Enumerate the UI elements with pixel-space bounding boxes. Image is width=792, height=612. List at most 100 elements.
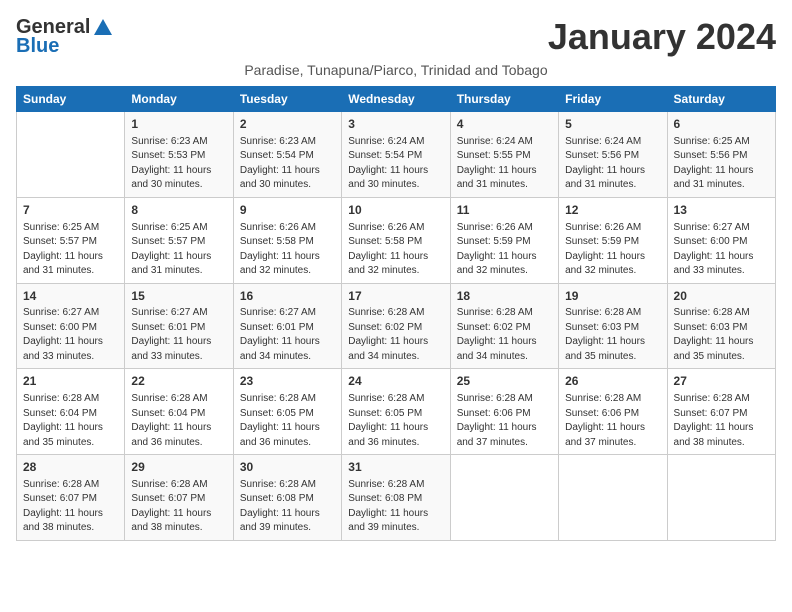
- calendar-header-cell: Sunday: [17, 87, 125, 112]
- day-content: Sunrise: 6:25 AMSunset: 5:57 PMDaylight:…: [131, 221, 226, 279]
- day-content: Sunrise: 6:26 AMSunset: 5:58 PMDaylight:…: [348, 221, 443, 279]
- calendar-body: 1 Sunrise: 6:23 AMSunset: 5:53 PMDaylight…: [17, 112, 776, 541]
- day-content: Sunrise: 6:28 AMSunset: 6:02 PMDaylight:…: [457, 306, 552, 364]
- calendar-day-cell: 23Sunrise: 6:28 AMSunset: 6:05 PMDayligh…: [233, 369, 341, 455]
- day-number: 19: [565, 288, 660, 305]
- logo-icon: [92, 17, 114, 39]
- day-number: 12: [565, 202, 660, 219]
- calendar-day-cell: 8 Sunrise: 6:25 AMSunset: 5:57 PMDaylight…: [125, 197, 233, 283]
- calendar-day-cell: 16Sunrise: 6:27 AMSunset: 6:01 PMDayligh…: [233, 283, 341, 369]
- day-content: Sunrise: 6:25 AMSunset: 5:56 PMDaylight:…: [674, 135, 769, 193]
- calendar-day-cell: [450, 455, 558, 541]
- calendar-header-cell: Friday: [559, 87, 667, 112]
- calendar-header-cell: Tuesday: [233, 87, 341, 112]
- logo-blue-text: Blue: [16, 35, 59, 58]
- day-content: Sunrise: 6:28 AMSunset: 6:04 PMDaylight:…: [131, 392, 226, 450]
- calendar-day-cell: 30 Sunrise: 6:28 AMSunset: 6:08 PMDayligh…: [233, 455, 341, 541]
- day-content: Sunrise: 6:28 AMSunset: 6:03 PMDaylight:…: [674, 306, 769, 364]
- day-content: Sunrise: 6:25 AMSunset: 5:57 PMDaylight:…: [23, 221, 118, 279]
- day-content: Sunrise: 6:26 AMSunset: 5:58 PMDaylight:…: [240, 221, 335, 279]
- day-content: Sunrise: 6:27 AMSunset: 6:00 PMDaylight:…: [674, 221, 769, 279]
- calendar-header-cell: Thursday: [450, 87, 558, 112]
- day-content: Sunrise: 6:28 AMSunset: 6:08 PMDaylight:…: [348, 478, 443, 536]
- day-number: 17: [348, 288, 443, 305]
- calendar-day-cell: 3 Sunrise: 6:24 AMSunset: 5:54 PMDaylight…: [342, 112, 450, 198]
- day-content: Sunrise: 6:28 AMSunset: 6:07 PMDaylight:…: [674, 392, 769, 450]
- calendar-day-cell: 29Sunrise: 6:28 AMSunset: 6:07 PMDayligh…: [125, 455, 233, 541]
- calendar-week-row: 1 Sunrise: 6:23 AMSunset: 5:53 PMDaylight…: [17, 112, 776, 198]
- day-content: Sunrise: 6:28 AMSunset: 6:08 PMDaylight:…: [240, 478, 335, 536]
- day-content: Sunrise: 6:28 AMSunset: 6:05 PMDaylight:…: [348, 392, 443, 450]
- day-content: Sunrise: 6:24 AMSunset: 5:56 PMDaylight:…: [565, 135, 660, 193]
- calendar-day-cell: 7 Sunrise: 6:25 AMSunset: 5:57 PMDaylight…: [17, 197, 125, 283]
- day-content: Sunrise: 6:27 AMSunset: 6:01 PMDaylight:…: [131, 306, 226, 364]
- calendar-day-cell: 24 Sunrise: 6:28 AMSunset: 6:05 PMDayligh…: [342, 369, 450, 455]
- calendar-header-cell: Monday: [125, 87, 233, 112]
- calendar-day-cell: 28Sunrise: 6:28 AMSunset: 6:07 PMDayligh…: [17, 455, 125, 541]
- day-number: 29: [131, 459, 226, 476]
- day-content: Sunrise: 6:28 AMSunset: 6:07 PMDaylight:…: [23, 478, 118, 536]
- calendar-day-cell: 2Sunrise: 6:23 AMSunset: 5:54 PMDaylight…: [233, 112, 341, 198]
- day-number: 15: [131, 288, 226, 305]
- day-content: Sunrise: 6:27 AMSunset: 6:01 PMDaylight:…: [240, 306, 335, 364]
- day-content: Sunrise: 6:23 AMSunset: 5:53 PMDaylight:…: [131, 135, 226, 193]
- day-number: 20: [674, 288, 769, 305]
- logo: General Blue: [16, 16, 114, 58]
- calendar-day-cell: 9Sunrise: 6:26 AMSunset: 5:58 PMDaylight…: [233, 197, 341, 283]
- calendar-day-cell: 11 Sunrise: 6:26 AMSunset: 5:59 PMDayligh…: [450, 197, 558, 283]
- calendar-day-cell: [17, 112, 125, 198]
- day-number: 30: [240, 459, 335, 476]
- calendar-day-cell: 6 Sunrise: 6:25 AMSunset: 5:56 PMDaylight…: [667, 112, 775, 198]
- day-content: Sunrise: 6:23 AMSunset: 5:54 PMDaylight:…: [240, 135, 335, 193]
- calendar-day-cell: 20Sunrise: 6:28 AMSunset: 6:03 PMDayligh…: [667, 283, 775, 369]
- day-number: 1: [131, 116, 226, 133]
- day-content: Sunrise: 6:28 AMSunset: 6:04 PMDaylight:…: [23, 392, 118, 450]
- day-content: Sunrise: 6:26 AMSunset: 5:59 PMDaylight:…: [457, 221, 552, 279]
- day-number: 7: [23, 202, 118, 219]
- calendar-week-row: 28Sunrise: 6:28 AMSunset: 6:07 PMDayligh…: [17, 455, 776, 541]
- day-content: Sunrise: 6:28 AMSunset: 6:03 PMDaylight:…: [565, 306, 660, 364]
- day-number: 8: [131, 202, 226, 219]
- day-number: 31: [348, 459, 443, 476]
- calendar-day-cell: 14Sunrise: 6:27 AMSunset: 6:00 PMDayligh…: [17, 283, 125, 369]
- calendar-day-cell: 5 Sunrise: 6:24 AMSunset: 5:56 PMDaylight…: [559, 112, 667, 198]
- calendar-day-cell: 12 Sunrise: 6:26 AMSunset: 5:59 PMDayligh…: [559, 197, 667, 283]
- day-number: 24: [348, 373, 443, 390]
- day-number: 4: [457, 116, 552, 133]
- day-content: Sunrise: 6:28 AMSunset: 6:05 PMDaylight:…: [240, 392, 335, 450]
- day-number: 3: [348, 116, 443, 133]
- calendar-day-cell: 10 Sunrise: 6:26 AMSunset: 5:58 PMDayligh…: [342, 197, 450, 283]
- calendar-week-row: 14Sunrise: 6:27 AMSunset: 6:00 PMDayligh…: [17, 283, 776, 369]
- day-content: Sunrise: 6:28 AMSunset: 6:06 PMDaylight:…: [565, 392, 660, 450]
- day-number: 11: [457, 202, 552, 219]
- day-number: 14: [23, 288, 118, 305]
- calendar-day-cell: 15Sunrise: 6:27 AMSunset: 6:01 PMDayligh…: [125, 283, 233, 369]
- day-number: 6: [674, 116, 769, 133]
- calendar-day-cell: 25 Sunrise: 6:28 AMSunset: 6:06 PMDayligh…: [450, 369, 558, 455]
- day-number: 25: [457, 373, 552, 390]
- calendar-day-cell: [667, 455, 775, 541]
- calendar-day-cell: 21Sunrise: 6:28 AMSunset: 6:04 PMDayligh…: [17, 369, 125, 455]
- day-number: 27: [674, 373, 769, 390]
- calendar-day-cell: [559, 455, 667, 541]
- month-title: January 2024: [548, 16, 776, 58]
- day-content: Sunrise: 6:28 AMSunset: 6:06 PMDaylight:…: [457, 392, 552, 450]
- day-number: 18: [457, 288, 552, 305]
- day-number: 16: [240, 288, 335, 305]
- day-content: Sunrise: 6:24 AMSunset: 5:54 PMDaylight:…: [348, 135, 443, 193]
- day-number: 5: [565, 116, 660, 133]
- calendar-day-cell: 17Sunrise: 6:28 AMSunset: 6:02 PMDayligh…: [342, 283, 450, 369]
- calendar-day-cell: 1 Sunrise: 6:23 AMSunset: 5:53 PMDaylight…: [125, 112, 233, 198]
- calendar-day-cell: 18Sunrise: 6:28 AMSunset: 6:02 PMDayligh…: [450, 283, 558, 369]
- calendar-day-cell: 27 Sunrise: 6:28 AMSunset: 6:07 PMDayligh…: [667, 369, 775, 455]
- calendar-day-cell: 4Sunrise: 6:24 AMSunset: 5:55 PMDaylight…: [450, 112, 558, 198]
- calendar-header-cell: Wednesday: [342, 87, 450, 112]
- calendar-day-cell: 22 Sunrise: 6:28 AMSunset: 6:04 PMDayligh…: [125, 369, 233, 455]
- calendar-day-cell: 13Sunrise: 6:27 AMSunset: 6:00 PMDayligh…: [667, 197, 775, 283]
- calendar-header-cell: Saturday: [667, 87, 775, 112]
- day-number: 10: [348, 202, 443, 219]
- day-number: 26: [565, 373, 660, 390]
- day-number: 22: [131, 373, 226, 390]
- calendar-table: SundayMondayTuesdayWednesdayThursdayFrid…: [16, 86, 776, 541]
- day-content: Sunrise: 6:26 AMSunset: 5:59 PMDaylight:…: [565, 221, 660, 279]
